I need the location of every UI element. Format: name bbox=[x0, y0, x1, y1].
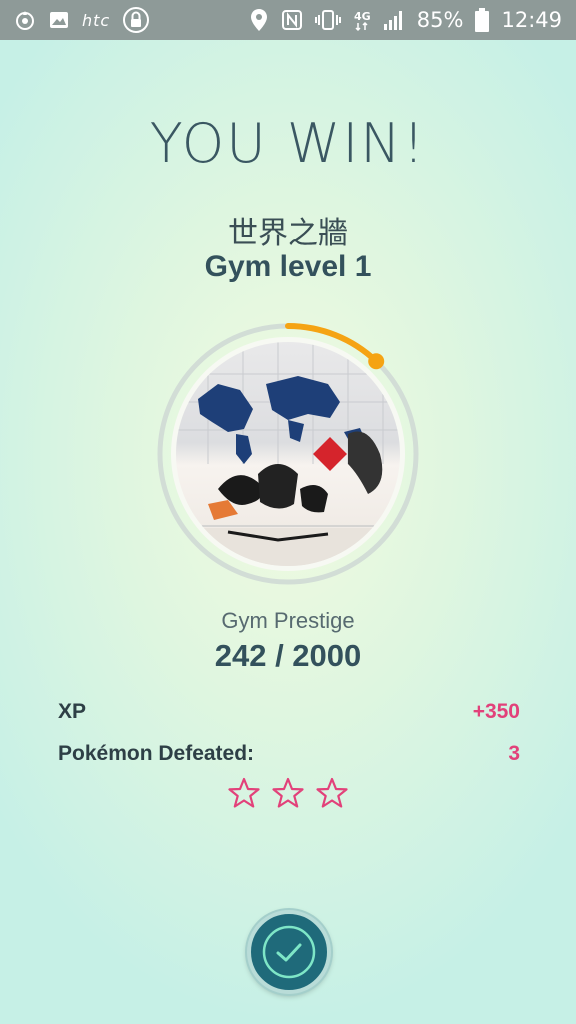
checkmark-icon bbox=[261, 924, 317, 980]
signal-icon bbox=[383, 9, 405, 31]
status-bar: htc 4G 85% 12:49 bbox=[0, 0, 576, 40]
battery-icon bbox=[475, 8, 490, 32]
vibrate-icon bbox=[314, 9, 341, 31]
status-bar-right: 4G 85% 12:49 bbox=[249, 8, 562, 32]
location-icon bbox=[249, 8, 269, 32]
gym-name: 世界之牆 bbox=[228, 216, 348, 251]
4g-icon: 4G bbox=[353, 8, 371, 32]
svg-text:4G: 4G bbox=[354, 10, 371, 23]
pokeball-notification-icon bbox=[14, 9, 36, 31]
lock-icon bbox=[122, 6, 150, 34]
confirm-button[interactable] bbox=[247, 910, 331, 994]
prestige-value: 242 / 2000 bbox=[214, 638, 362, 673]
xp-value: +350 bbox=[472, 700, 520, 723]
battery-percent: 85% bbox=[416, 8, 464, 32]
pokemon-defeated-value: 3 bbox=[508, 742, 520, 765]
victory-title: YOU WIN! bbox=[149, 112, 427, 175]
rating-stars bbox=[0, 776, 576, 810]
star-icon bbox=[271, 776, 305, 810]
htc-logo: htc bbox=[82, 10, 111, 30]
prestige-progress-ring bbox=[157, 323, 419, 585]
xp-row: XP +350 bbox=[58, 700, 520, 724]
image-icon bbox=[48, 9, 70, 31]
clock: 12:49 bbox=[501, 8, 562, 32]
star-icon bbox=[227, 776, 261, 810]
star-icon bbox=[315, 776, 349, 810]
status-bar-left: htc bbox=[14, 6, 150, 34]
pokemon-defeated-label: Pokémon Defeated: bbox=[58, 742, 255, 765]
nfc-icon bbox=[281, 9, 303, 31]
gym-level: Gym level 1 bbox=[204, 250, 372, 283]
prestige-label: Gym Prestige bbox=[221, 608, 355, 633]
prestige-progress-dot bbox=[368, 353, 385, 370]
pokemon-defeated-row: Pokémon Defeated: 3 bbox=[58, 742, 520, 766]
xp-label: XP bbox=[58, 700, 87, 723]
